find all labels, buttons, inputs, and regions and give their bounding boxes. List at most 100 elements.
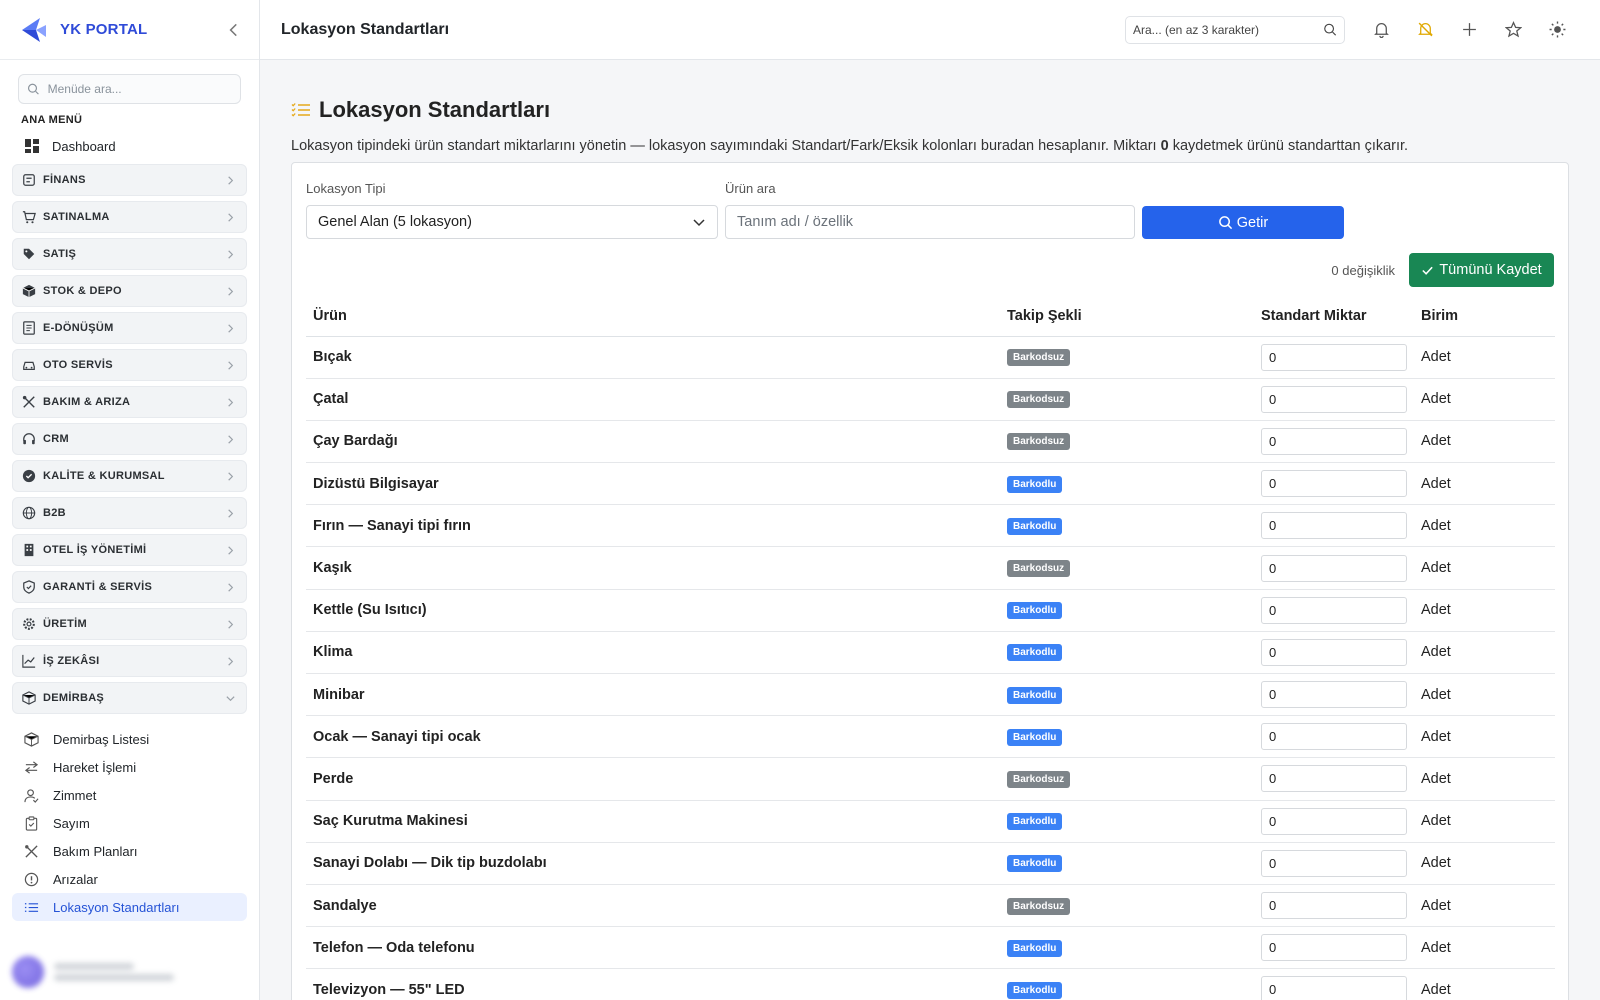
user-profile[interactable] bbox=[12, 952, 248, 992]
sidebar-item-lokasyon-standartlari[interactable]: Lokasyon Standartları bbox=[12, 893, 247, 921]
standard-quantity-input[interactable] bbox=[1261, 765, 1407, 793]
table-row: Sandalye Barkodsuz Adet bbox=[306, 884, 1555, 928]
sidebar-item-arizalar[interactable]: Arızalar bbox=[12, 865, 247, 893]
standard-quantity-input[interactable] bbox=[1261, 976, 1407, 1000]
standard-quantity-input[interactable] bbox=[1261, 807, 1407, 835]
theme-toggle-button[interactable] bbox=[1535, 16, 1579, 44]
sidebar-group-is-zekasi[interactable]: İŞ ZEKÂSI bbox=[12, 645, 247, 677]
global-search-input[interactable] bbox=[1133, 22, 1324, 37]
tracking-badge: Barkodlu bbox=[1007, 939, 1063, 957]
sidebar-group-e-donusum[interactable]: E-DÖNÜŞÜM bbox=[12, 312, 247, 344]
sidebar-item-bakim-planlari[interactable]: Bakım Planları bbox=[12, 837, 247, 865]
standard-quantity-input[interactable] bbox=[1261, 681, 1407, 709]
standard-quantity-input[interactable] bbox=[1261, 470, 1407, 498]
add-button[interactable] bbox=[1447, 16, 1491, 44]
chevron-right-icon bbox=[228, 582, 234, 592]
standard-quantity-input[interactable] bbox=[1261, 427, 1407, 455]
page-title: Lokasyon Standartları bbox=[281, 20, 450, 38]
arrows-icon bbox=[24, 760, 39, 774]
mute-notifications-button[interactable] bbox=[1403, 16, 1447, 44]
location-type-select[interactable]: Genel Alan (5 lokasyon) bbox=[306, 205, 718, 239]
standard-quantity-input[interactable] bbox=[1261, 385, 1407, 413]
global-search[interactable] bbox=[1125, 15, 1345, 44]
standard-quantity-input[interactable] bbox=[1261, 723, 1407, 751]
sidebar-group-oto-servis[interactable]: OTO SERVİS bbox=[12, 349, 247, 381]
product-name: Perde bbox=[306, 757, 1000, 801]
chevron-left-icon[interactable] bbox=[225, 21, 243, 39]
product-search-input[interactable] bbox=[725, 205, 1135, 239]
product-name: Bıçak bbox=[306, 336, 1000, 379]
sidebar-item-demirbas-listesi[interactable]: Demirbaş Listesi bbox=[12, 725, 247, 753]
chevron-right-icon bbox=[228, 212, 234, 222]
table-row: Dizüstü Bilgisayar Barkodlu Adet bbox=[306, 462, 1555, 506]
standard-quantity-input[interactable] bbox=[1261, 554, 1407, 582]
chevron-right-icon bbox=[228, 619, 234, 629]
sidebar-group-uretim[interactable]: ÜRETİM bbox=[12, 608, 247, 640]
sidebar-group-stok-depo[interactable]: STOK & DEPO bbox=[12, 275, 247, 307]
sidebar-group-garanti[interactable]: GARANTİ & SERVİS bbox=[12, 571, 247, 603]
table-row: Minibar Barkodlu Adet bbox=[306, 673, 1555, 717]
unit: Adet bbox=[1414, 884, 1555, 928]
location-type-label: Lokasyon Tipi bbox=[306, 181, 386, 196]
sidebar-group-otel[interactable]: OTEL İŞ YÖNETİMİ bbox=[12, 534, 247, 566]
menu-search[interactable] bbox=[18, 74, 241, 104]
sidebar-group-demirbas[interactable]: DEMİRBAŞ bbox=[12, 682, 247, 714]
table-header: Ürün Takip Şekli Standart Miktar Birim bbox=[306, 297, 1555, 337]
finance-icon bbox=[23, 174, 35, 186]
sidebar-group-satinalma[interactable]: SATINALMA bbox=[12, 201, 247, 233]
clipboard-check-icon bbox=[25, 815, 38, 831]
sidebar-group-finans[interactable]: FİNANS bbox=[12, 164, 247, 196]
sidebar-group-bakim-ariza[interactable]: BAKIM & ARIZA bbox=[12, 386, 247, 418]
fetch-button[interactable]: Getir bbox=[1142, 206, 1344, 239]
sidebar-group-kalite[interactable]: KALİTE & KURUMSAL bbox=[12, 460, 247, 492]
unit: Adet bbox=[1414, 378, 1555, 421]
standard-quantity-input[interactable] bbox=[1261, 849, 1407, 877]
chevron-right-icon bbox=[228, 545, 234, 555]
search-icon[interactable] bbox=[1323, 22, 1337, 37]
standard-quantity-input[interactable] bbox=[1261, 343, 1407, 371]
menu-search-input[interactable] bbox=[47, 82, 232, 96]
product-name: Televizyon — 55" LED bbox=[306, 968, 1000, 1000]
search-icon bbox=[27, 83, 39, 95]
tracking-badge: Barkodlu bbox=[1007, 644, 1063, 662]
tools-icon bbox=[25, 844, 38, 858]
standard-quantity-input[interactable] bbox=[1261, 934, 1407, 962]
table-row: Kaşık Barkodsuz Adet bbox=[306, 546, 1555, 590]
sidebar-group-b2b[interactable]: B2B bbox=[12, 497, 247, 529]
standard-quantity-input[interactable] bbox=[1261, 892, 1407, 920]
chevron-right-icon bbox=[228, 656, 234, 666]
standard-quantity-input[interactable] bbox=[1261, 638, 1407, 666]
product-name: Sanayi Dolabı — Dik tip buzdolabı bbox=[306, 842, 1000, 885]
section-title: ANA MENÜ bbox=[21, 114, 83, 126]
sidebar-item-zimmet[interactable]: Zimmet bbox=[12, 781, 247, 809]
product-name: Dizüstü Bilgisayar bbox=[306, 462, 1000, 506]
unit: Adet bbox=[1414, 968, 1555, 1000]
sidebar-group-crm[interactable]: CRM bbox=[12, 423, 247, 455]
unit: Adet bbox=[1414, 546, 1555, 590]
product-name: Ocak — Sanayi tipi ocak bbox=[306, 715, 1000, 759]
product-name: Kettle (Su Isıtıcı) bbox=[306, 589, 1000, 632]
product-name: Çatal bbox=[306, 378, 1000, 421]
table-row: Bıçak Barkodsuz Adet bbox=[306, 336, 1555, 379]
sidebar-item-sayim[interactable]: Sayım bbox=[12, 809, 247, 837]
chevron-right-icon bbox=[228, 471, 234, 481]
list-icon bbox=[291, 103, 310, 117]
tracking-badge: Barkodsuz bbox=[1007, 391, 1071, 409]
chevron-right-icon bbox=[228, 397, 234, 407]
sidebar-item-hareket-islemi[interactable]: Hareket İşlemi bbox=[12, 753, 247, 781]
shield-icon bbox=[23, 580, 35, 594]
column-header: Standart Miktar bbox=[1254, 297, 1414, 337]
tracking-badge: Barkodlu bbox=[1007, 981, 1063, 999]
notifications-button[interactable] bbox=[1359, 16, 1403, 44]
topbar: Lokasyon Standartları bbox=[260, 0, 1600, 60]
sidebar-group-satis[interactable]: SATIŞ bbox=[12, 238, 247, 270]
save-all-button[interactable]: Tümünü Kaydet bbox=[1409, 253, 1554, 287]
check-icon bbox=[1422, 266, 1434, 275]
standard-quantity-input[interactable] bbox=[1261, 512, 1407, 540]
unit: Adet bbox=[1414, 757, 1555, 801]
favorites-button[interactable] bbox=[1491, 16, 1535, 44]
sidebar-item-dashboard[interactable]: Dashboard bbox=[0, 132, 259, 160]
product-name: Telefon — Oda telefonu bbox=[306, 926, 1000, 970]
standard-quantity-input[interactable] bbox=[1261, 596, 1407, 624]
table-row: Çay Bardağı Barkodsuz Adet bbox=[306, 420, 1555, 464]
